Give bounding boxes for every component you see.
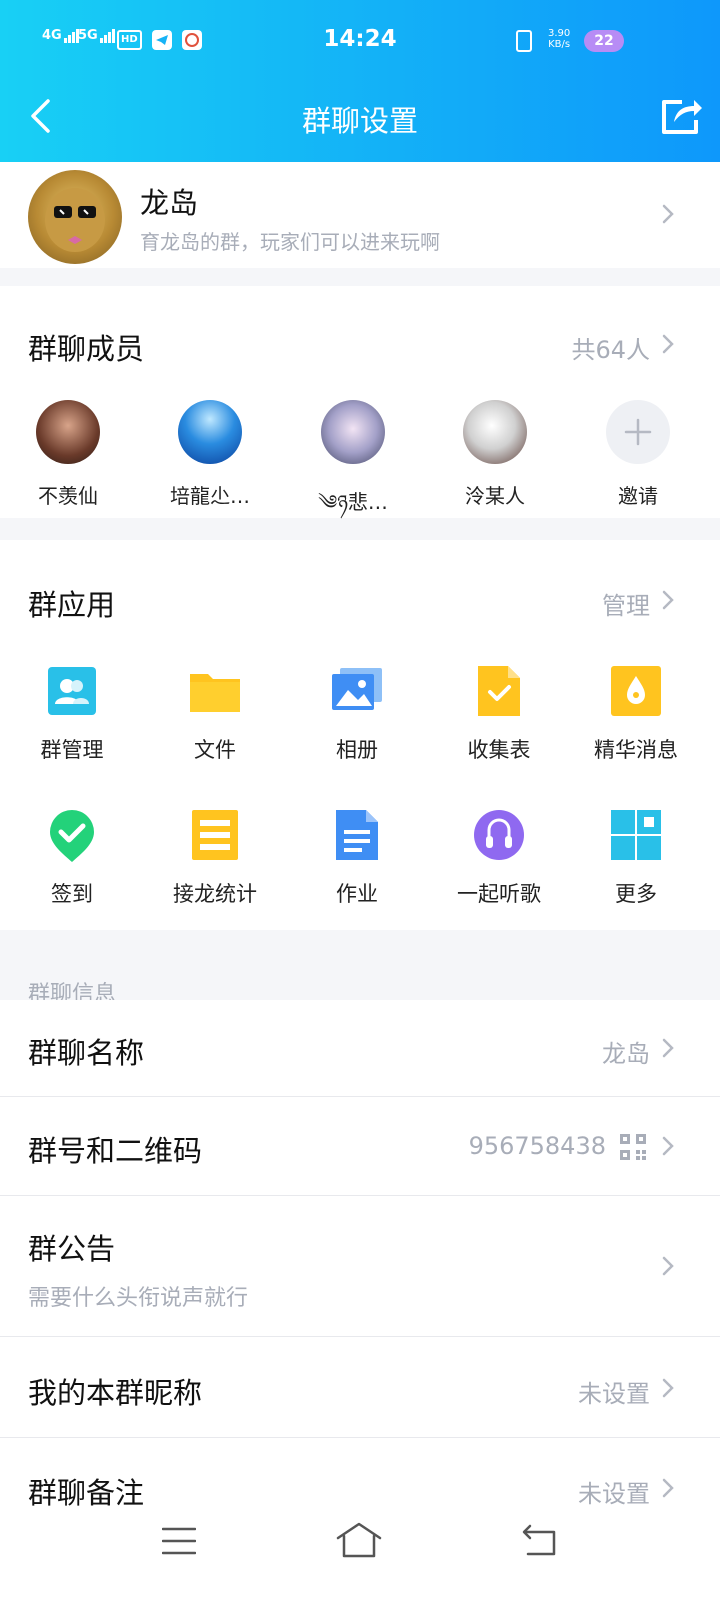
member-avatar xyxy=(178,400,242,464)
back-nav-icon[interactable] xyxy=(520,1524,556,1556)
vibrate-icon xyxy=(516,30,532,52)
music-icon xyxy=(472,808,526,862)
checkin-icon xyxy=(45,808,99,862)
row-value: 龙岛 xyxy=(602,1040,650,1068)
app-group-manage[interactable]: 群管理 xyxy=(0,664,144,764)
battery-indicator: 22 xyxy=(584,30,624,52)
album-icon xyxy=(330,664,384,718)
share-button[interactable] xyxy=(660,96,704,136)
member-avatar xyxy=(321,400,385,464)
app-label: 文件 xyxy=(194,738,236,762)
chevron-right-icon xyxy=(662,1256,674,1276)
chevron-right-icon xyxy=(662,204,674,224)
qr-code-icon[interactable] xyxy=(620,1134,646,1160)
member-item[interactable]: 泠某人 xyxy=(425,400,565,509)
app-more[interactable]: 更多 xyxy=(564,808,708,908)
home-icon[interactable] xyxy=(336,1522,382,1558)
chevron-right-icon xyxy=(662,590,674,610)
apps-manage-link[interactable]: 管理 xyxy=(560,586,650,621)
group-name: 龙岛 xyxy=(140,186,199,220)
app-label: 更多 xyxy=(615,882,657,906)
member-name: 不羡仙 xyxy=(38,484,98,508)
announcement-text: 需要什么头衔说声就行 xyxy=(28,1286,249,1311)
relay-icon xyxy=(188,808,242,862)
network-speed: 3.90 KB/s xyxy=(548,28,571,50)
header-bar: 4G 5G HD 14:24 3.90 KB/s 22 群聊设置 xyxy=(0,0,720,162)
app-label: 收集表 xyxy=(467,738,531,762)
row-label: 群聊名称 xyxy=(28,1036,145,1070)
status-bar: 4G 5G HD 14:24 3.90 KB/s 22 xyxy=(0,26,720,56)
group-number-value: 956758438 xyxy=(468,1132,606,1160)
row-value: 未设置 xyxy=(578,1380,650,1408)
app-homework[interactable]: 作业 xyxy=(285,808,429,908)
more-grid-icon xyxy=(609,808,663,862)
group-avatar xyxy=(28,170,122,264)
app-label: 精华消息 xyxy=(594,738,678,762)
app-relay[interactable]: 接龙统计 xyxy=(143,808,287,908)
row-label: 我的本群昵称 xyxy=(28,1376,203,1410)
page-title: 群聊设置 xyxy=(301,104,418,138)
group-description: 育龙岛的群，玩家们可以进来玩啊 xyxy=(140,230,440,254)
member-name: 泠某人 xyxy=(465,484,525,508)
members-title: 群聊成员 xyxy=(28,332,145,366)
chevron-right-icon xyxy=(662,334,674,354)
homework-icon xyxy=(330,808,384,862)
group-manage-icon xyxy=(45,664,99,718)
plus-icon xyxy=(606,400,670,464)
app-label: 签到 xyxy=(51,882,93,906)
app-form[interactable]: 收集表 xyxy=(427,664,571,764)
app-label: 一起听歌 xyxy=(457,882,541,906)
row-label: 群公告 xyxy=(28,1232,116,1266)
apps-title: 群应用 xyxy=(28,588,116,622)
app-label: 相册 xyxy=(336,738,378,762)
member-item[interactable]: 不羡仙 xyxy=(0,400,138,509)
invite-button[interactable]: 邀请 xyxy=(568,400,708,509)
system-nav-bar xyxy=(0,1510,720,1600)
chevron-right-icon xyxy=(662,1136,674,1156)
chevron-right-icon xyxy=(662,1378,674,1398)
member-avatar xyxy=(36,400,100,464)
member-item[interactable]: ༄ཉ悲… xyxy=(283,400,423,536)
member-name: 培龍尐… xyxy=(170,484,250,508)
app-label: 作业 xyxy=(336,882,378,906)
row-value: 未设置 xyxy=(578,1480,650,1508)
chevron-right-icon xyxy=(662,1478,674,1498)
form-icon xyxy=(472,664,526,718)
app-essence[interactable]: 精华消息 xyxy=(564,664,708,764)
member-name: ༄ཉ悲… xyxy=(318,490,388,514)
app-label: 接龙统计 xyxy=(173,882,257,906)
app-checkin[interactable]: 签到 xyxy=(0,808,144,908)
row-label: 群号和二维码 xyxy=(28,1134,203,1168)
invite-label: 邀请 xyxy=(618,484,658,508)
folder-icon xyxy=(188,664,242,718)
app-label: 群管理 xyxy=(40,738,104,762)
app-files[interactable]: 文件 xyxy=(143,664,287,764)
chevron-right-icon xyxy=(662,1038,674,1058)
app-music[interactable]: 一起听歌 xyxy=(427,808,571,908)
member-avatar xyxy=(463,400,527,464)
essence-icon xyxy=(609,664,663,718)
member-item[interactable]: 培龍尐… xyxy=(140,400,280,509)
row-label: 群聊备注 xyxy=(28,1476,145,1510)
members-count[interactable]: 共64人 xyxy=(540,330,650,365)
menu-icon[interactable] xyxy=(161,1526,197,1556)
app-album[interactable]: 相册 xyxy=(285,664,429,764)
